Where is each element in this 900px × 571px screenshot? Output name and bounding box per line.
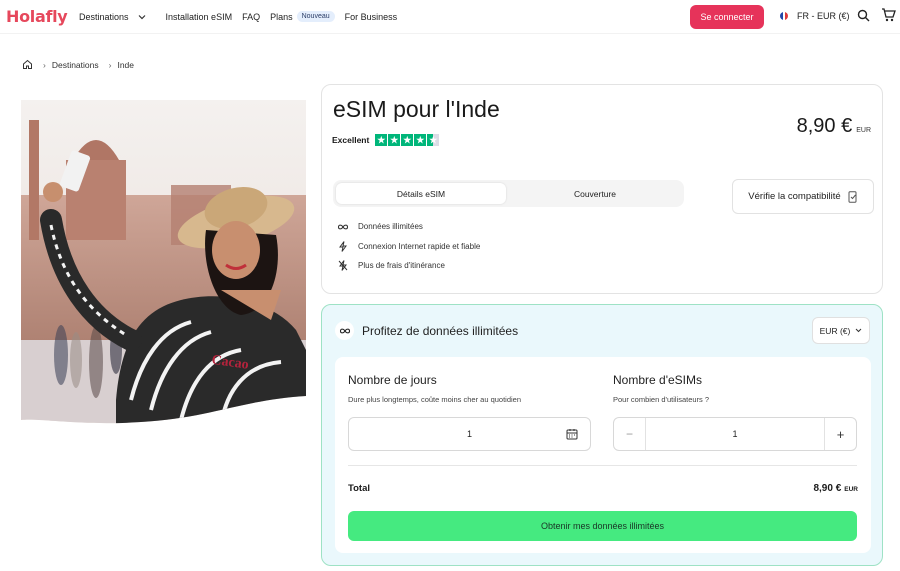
nav-destinations-label: Destinations (79, 11, 129, 22)
days-value: 1 (466, 429, 472, 439)
no-roaming-icon (337, 260, 349, 272)
star-icon: ★ (401, 134, 414, 146)
language-label: FR - EUR (€) (797, 11, 850, 21)
rating-stars: ★ ★ ★ ★ ★ (375, 134, 440, 146)
top-navbar: Holafly Destinations Installation eSIM F… (0, 0, 900, 34)
new-badge: Nouveau (296, 11, 335, 22)
breadcrumb-current: Inde (117, 59, 135, 70)
nav-faq[interactable]: FAQ (242, 12, 260, 22)
feature-text: Plus de frais d'itinérance (358, 261, 445, 271)
plan-config-card: Profitez de données illimitées EUR (€) N… (321, 304, 883, 566)
feature-text: Connexion Internet rapide et fiable (358, 241, 481, 251)
infinity-icon (335, 321, 354, 340)
sims-subtitle: Pour combien d'utilisateurs ? (613, 395, 710, 404)
tab-details[interactable]: Détails eSIM (336, 183, 506, 204)
config-heading-text: Profitez de données illimitées (362, 323, 519, 338)
currency-select[interactable]: EUR (€) (812, 317, 870, 344)
days-subtitle: Dure plus longtemps, coûte moins cher au… (348, 395, 522, 404)
star-icon: ★ (388, 134, 401, 146)
half-star-icon: ★ (427, 134, 440, 146)
increment-button[interactable]: + (824, 418, 856, 450)
total-price: 8,90 € EUR (813, 483, 858, 494)
days-title: Nombre de jours (348, 373, 437, 387)
total-value: 8,90 € (813, 483, 842, 494)
nav-plans-label: Plans (270, 11, 293, 22)
price-currency: EUR (856, 127, 871, 134)
hero-image: Cacao (21, 100, 306, 424)
lightning-icon (337, 240, 349, 252)
currency-select-label: EUR (€) (819, 325, 851, 336)
breadcrumb-destinations[interactable]: Destinations (52, 60, 99, 70)
days-picker[interactable]: 1 (348, 417, 591, 451)
sims-title: Nombre d'eSIMs (613, 373, 702, 387)
total-currency: EUR (844, 486, 858, 493)
sims-value: 1 (732, 429, 738, 439)
chevron-down-icon (138, 14, 145, 19)
sims-stepper: − 1 + (613, 417, 857, 451)
device-check-icon (848, 190, 857, 203)
compatibility-button[interactable]: Vérifie la compatibilité (732, 179, 874, 214)
trustpilot-rating[interactable]: Excellent ★ ★ ★ ★ ★ (332, 134, 440, 146)
breadcrumb-separator: › (43, 59, 46, 70)
product-card: eSIM pour l'Inde Excellent ★ ★ ★ ★ ★ 8,9… (321, 84, 883, 294)
page-title: eSIM pour l'Inde (333, 96, 500, 122)
nav-installation[interactable]: Installation eSIM (166, 12, 233, 22)
star-icon: ★ (414, 134, 427, 146)
login-button[interactable]: Se connecter (690, 5, 764, 29)
feature-text: Données illimitées (358, 222, 423, 232)
calendar-icon[interactable] (566, 428, 578, 440)
search-icon[interactable] (857, 9, 870, 22)
price-value: 8,90 € (796, 115, 853, 137)
feature-item: Données illimitées (337, 217, 480, 237)
compatibility-label: Vérifie la compatibilité (748, 191, 841, 202)
cart-icon[interactable] (881, 8, 896, 22)
total-label: Total (348, 483, 370, 494)
star-icon: ★ (375, 134, 388, 146)
rating-label: Excellent (332, 135, 370, 145)
feature-list: Données illimitées Connexion Internet ra… (337, 217, 480, 276)
france-flag-icon (780, 12, 788, 20)
breadcrumb-separator: › (108, 59, 112, 70)
main-nav: Destinations Installation eSIM FAQ Plans… (79, 11, 407, 22)
config-heading: Profitez de données illimitées (335, 321, 518, 340)
product-price: 8,90 € EUR (797, 115, 871, 138)
feature-item: Plus de frais d'itinérance (337, 256, 480, 276)
nav-for-business[interactable]: For Business (345, 12, 398, 22)
tab-coverage[interactable]: Couverture (520, 183, 670, 204)
holafly-logo[interactable]: Holafly (6, 7, 68, 26)
home-icon[interactable] (22, 59, 33, 70)
infinity-icon (337, 221, 349, 233)
breadcrumb: › Destinations › Inde (22, 59, 134, 70)
get-data-button[interactable]: Obtenir mes données illimitées (348, 511, 857, 541)
product-tabs: Détails eSIM Couverture (333, 180, 684, 207)
divider (348, 465, 857, 466)
feature-item: Connexion Internet rapide et fiable (337, 237, 480, 257)
nav-plans[interactable]: Plans (270, 12, 293, 22)
language-selector[interactable]: FR - EUR (€) (780, 11, 850, 21)
chevron-down-icon (855, 328, 862, 333)
nav-destinations[interactable]: Destinations (79, 12, 156, 22)
config-panel: Nombre de jours Dure plus longtemps, coû… (335, 357, 871, 553)
